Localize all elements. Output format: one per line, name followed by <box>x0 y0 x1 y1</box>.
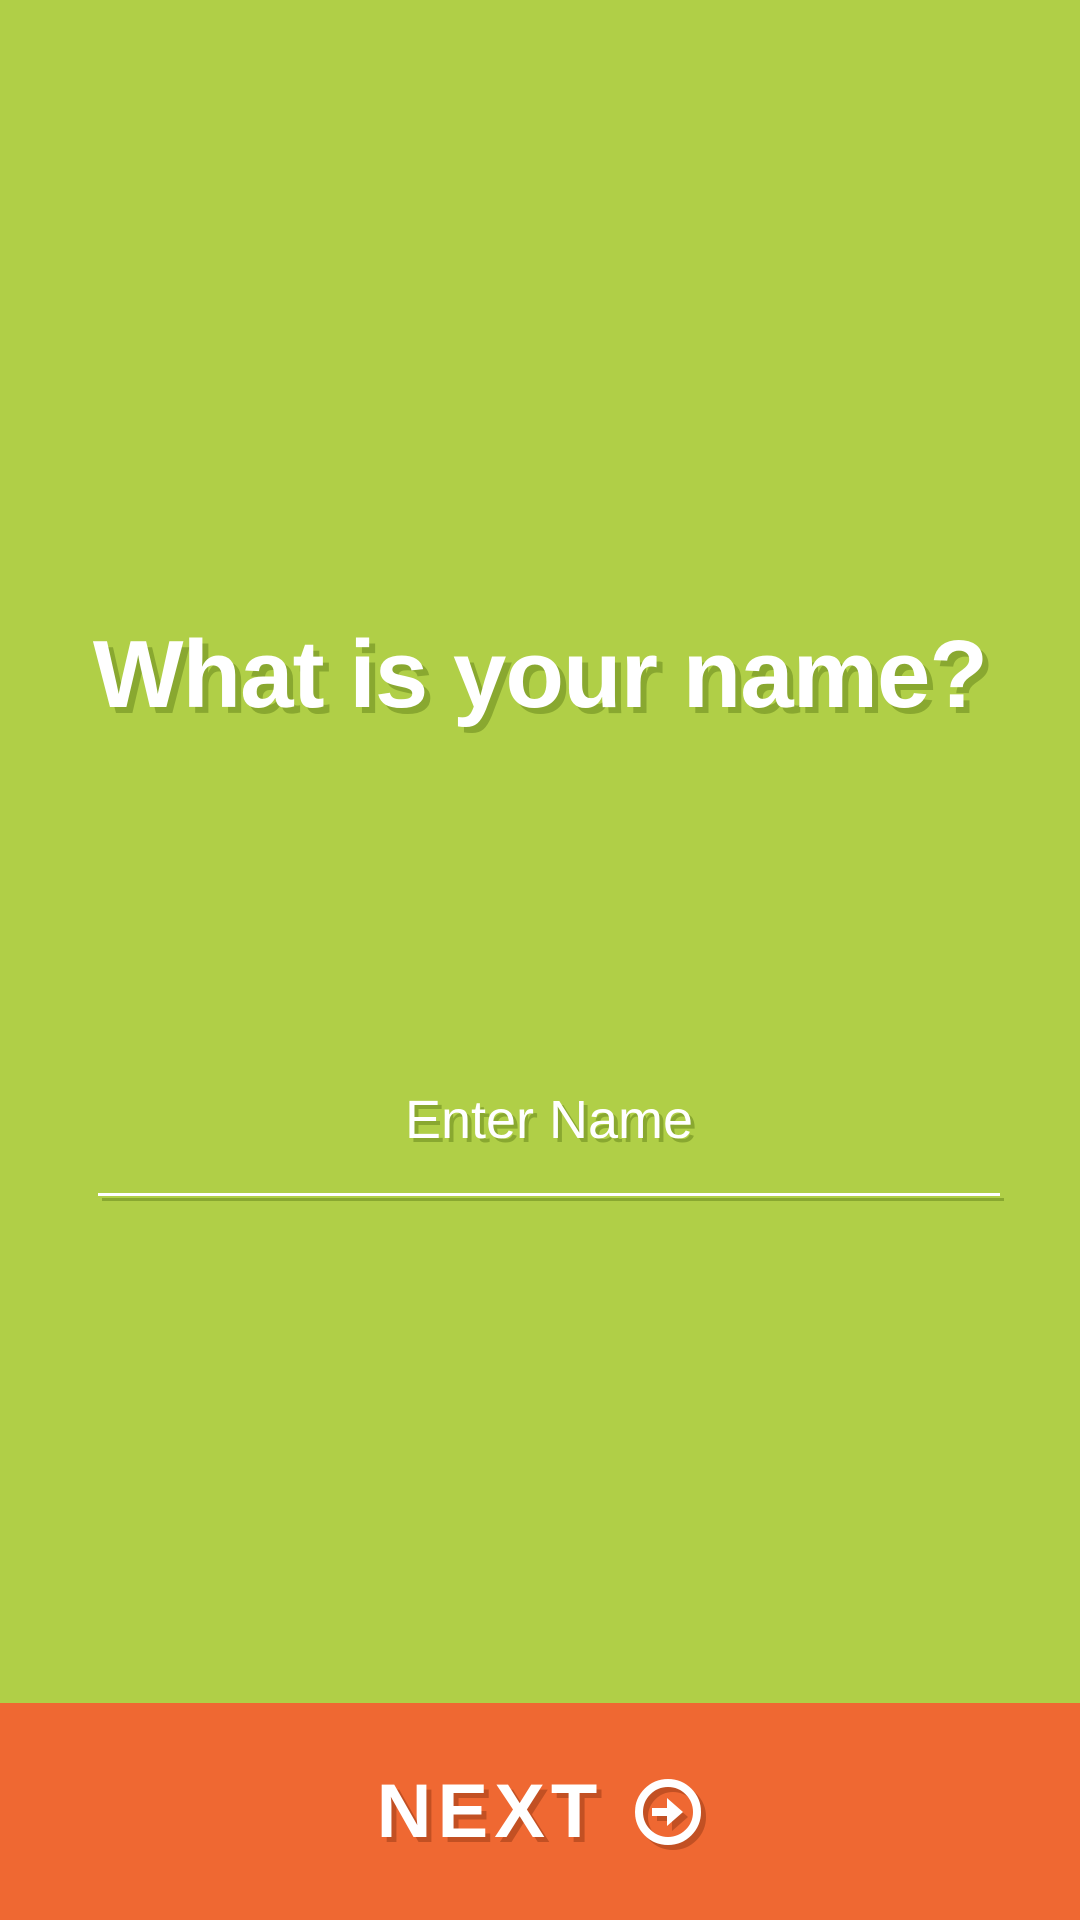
next-button-label: NEXT <box>376 1769 604 1854</box>
question-title: What is your name? <box>92 621 988 728</box>
name-entry-screen: What is your name? NEXT <box>0 0 1080 1920</box>
name-input-underline <box>98 1193 1000 1196</box>
name-input[interactable] <box>98 1070 1000 1170</box>
arrow-right-circle-icon <box>635 1778 702 1845</box>
next-button[interactable]: NEXT <box>0 1703 1080 1920</box>
name-field <box>98 1055 1000 1200</box>
